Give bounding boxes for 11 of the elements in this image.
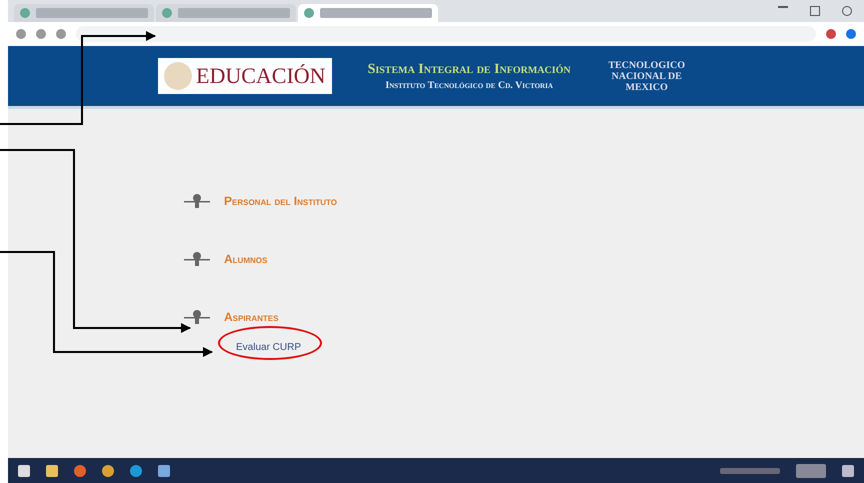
education-logo: EDUCACIÓN xyxy=(158,58,332,94)
menu-link[interactable]: Aspirantes xyxy=(224,310,278,324)
submenu-link[interactable]: Evaluar CURP xyxy=(236,342,302,353)
close-icon[interactable] xyxy=(842,6,852,16)
maximize-icon[interactable] xyxy=(810,6,820,16)
site-title: Sistema Integral de Información xyxy=(368,62,571,78)
menu-link[interactable]: Alumnos xyxy=(224,252,268,266)
site-subtitle: Instituto Tecnológico de Cd. Victoria xyxy=(385,80,553,90)
organization-name: TECNOLOGICO NACIONAL DE MEXICO xyxy=(607,60,686,92)
menu-link[interactable]: Personal del Instituto xyxy=(224,194,337,208)
browser-tab[interactable] xyxy=(298,4,438,22)
